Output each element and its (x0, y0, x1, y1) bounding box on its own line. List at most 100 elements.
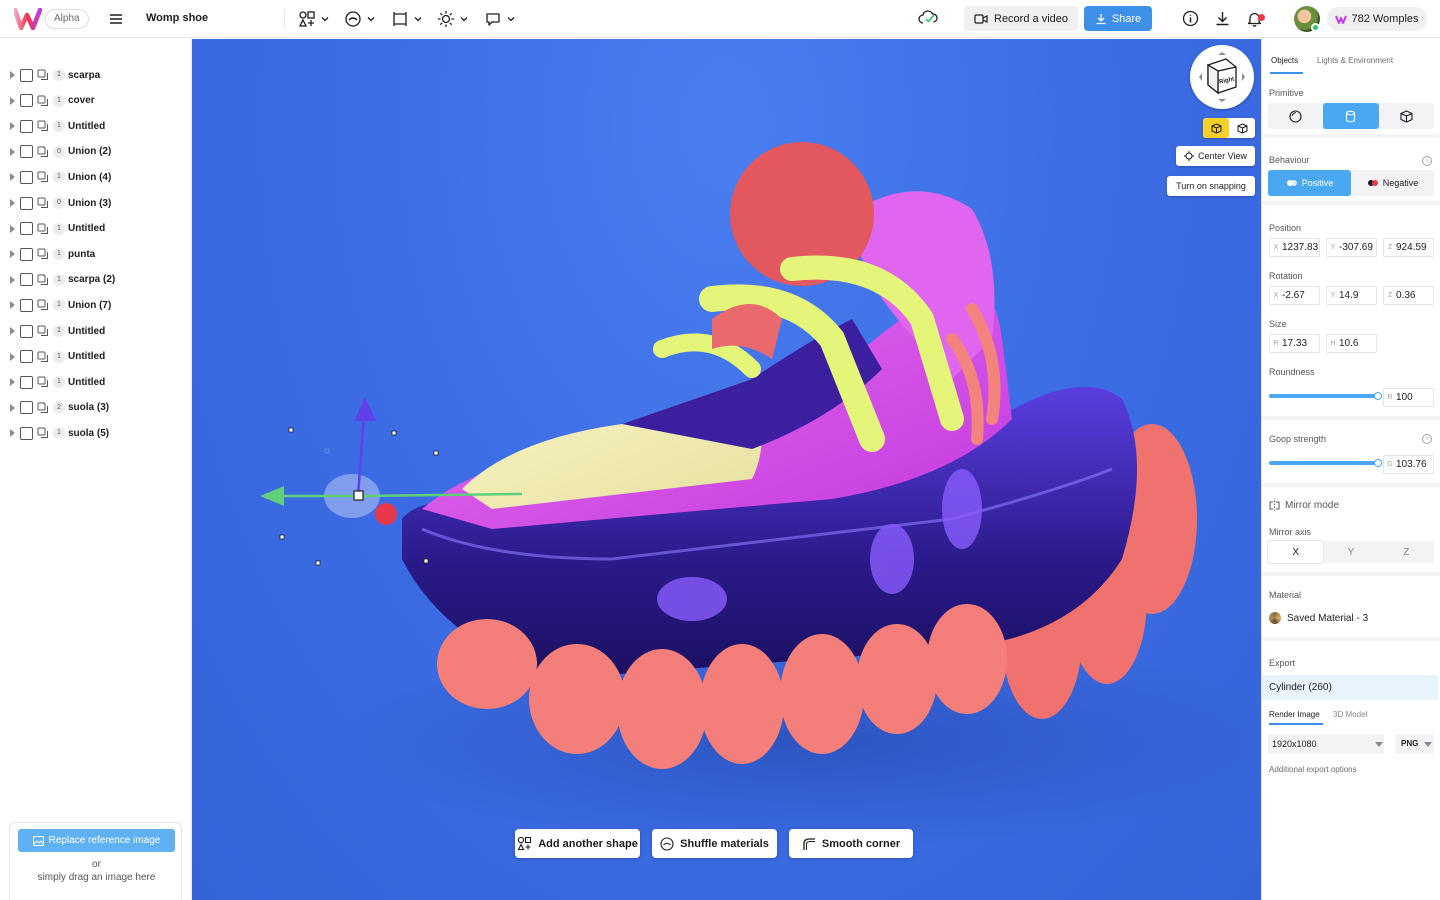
duplicate-icon[interactable] (37, 351, 49, 363)
primitive-cube-button[interactable] (1379, 103, 1434, 129)
mirror-axis-y-button[interactable]: Y (1323, 541, 1378, 563)
center-view-button[interactable]: Center View (1176, 146, 1255, 166)
behaviour-negative-button[interactable]: Negative (1351, 170, 1434, 196)
smooth-corner-button[interactable]: Smooth corner (789, 829, 913, 858)
info-icon[interactable] (1182, 10, 1199, 27)
visibility-checkbox[interactable] (20, 247, 33, 261)
expand-caret-icon[interactable] (10, 173, 15, 182)
visibility-checkbox[interactable] (20, 68, 33, 82)
tree-item[interactable]: 1 scarpa (0, 65, 192, 85)
tree-item[interactable]: 1 Union (7) (0, 295, 192, 315)
visibility-checkbox[interactable] (20, 298, 33, 312)
womp-logo[interactable] (14, 8, 42, 30)
visibility-checkbox[interactable] (20, 273, 33, 287)
visibility-checkbox[interactable] (20, 196, 33, 210)
duplicate-icon[interactable] (37, 402, 49, 414)
goop-strength-field[interactable]: G 103.76 (1383, 455, 1434, 474)
tree-item[interactable]: 1 Untitled (0, 116, 192, 136)
expand-caret-icon[interactable] (10, 429, 15, 438)
tab-objects[interactable]: Objects (1271, 56, 1298, 65)
format-select[interactable]: PNG (1395, 734, 1434, 754)
goop-slider-handle[interactable] (1374, 459, 1382, 467)
hamburger-menu-icon[interactable] (108, 11, 124, 27)
visibility-checkbox[interactable] (20, 350, 33, 364)
rotation-x-field[interactable]: X -2.67 (1269, 286, 1320, 305)
share-button[interactable]: Share (1084, 6, 1152, 31)
resolution-select[interactable]: 1920x1080 (1268, 734, 1384, 754)
mirror-axis-z-button[interactable]: Z (1379, 541, 1434, 563)
tree-item[interactable]: 1 scarpa (2) (0, 270, 192, 290)
duplicate-icon[interactable] (37, 274, 49, 286)
lighting-tool-button[interactable] (437, 8, 469, 30)
tree-item[interactable]: 1 Untitled (0, 219, 192, 239)
duplicate-icon[interactable] (37, 427, 49, 439)
position-y-field[interactable]: Y -307.69 (1326, 238, 1377, 257)
womples-balance[interactable]: 782 Womples (1327, 7, 1427, 31)
mirror-axis-x-button[interactable]: X (1268, 541, 1324, 563)
expand-caret-icon[interactable] (10, 224, 15, 233)
frame-tool-button[interactable] (391, 8, 423, 30)
visibility-checkbox[interactable] (20, 375, 33, 389)
primitive-sphere-button[interactable] (1268, 103, 1323, 129)
shuffle-materials-button[interactable]: Shuffle materials (652, 829, 777, 858)
shoe-render[interactable] (192, 39, 1261, 900)
expand-caret-icon[interactable] (10, 147, 15, 156)
material-selector[interactable]: Saved Material - 3 (1269, 612, 1368, 624)
tree-item[interactable]: 1 Untitled (0, 347, 192, 367)
visibility-checkbox[interactable] (20, 145, 33, 159)
behaviour-positive-button[interactable]: Positive (1268, 170, 1351, 196)
expand-caret-icon[interactable] (10, 122, 15, 131)
expand-caret-icon[interactable] (10, 275, 15, 284)
duplicate-icon[interactable] (37, 223, 49, 235)
tree-item[interactable]: 1 suola (5) (0, 423, 192, 443)
material-tool-button[interactable] (344, 8, 376, 30)
tree-item[interactable]: 1 punta (0, 244, 192, 264)
roundness-slider[interactable] (1269, 392, 1382, 400)
expand-caret-icon[interactable] (10, 378, 15, 387)
rotation-y-field[interactable]: Y 14.9 (1326, 286, 1377, 305)
tree-item[interactable]: 1 Union (4) (0, 167, 192, 187)
expand-caret-icon[interactable] (10, 352, 15, 361)
visibility-checkbox[interactable] (20, 426, 33, 440)
tree-item[interactable]: 1 cover (0, 91, 192, 111)
roundness-slider-handle[interactable] (1374, 392, 1382, 400)
duplicate-icon[interactable] (37, 120, 49, 132)
expand-caret-icon[interactable] (10, 301, 15, 310)
visibility-checkbox[interactable] (20, 324, 33, 338)
visibility-checkbox[interactable] (20, 119, 33, 133)
tree-item[interactable]: 0 Union (2) (0, 142, 192, 162)
expand-caret-icon[interactable] (10, 71, 15, 79)
size-radius-field[interactable]: R 17.33 (1269, 334, 1320, 353)
goop-strength-slider[interactable] (1269, 459, 1382, 467)
expand-caret-icon[interactable] (10, 96, 15, 105)
shapes-tool-button[interactable] (298, 8, 330, 30)
tree-item[interactable]: 2 suola (3) (0, 398, 192, 418)
visibility-checkbox[interactable] (20, 222, 33, 236)
duplicate-icon[interactable] (37, 299, 49, 311)
expand-caret-icon[interactable] (10, 199, 15, 207)
download-icon[interactable] (1214, 10, 1231, 27)
visibility-checkbox[interactable] (20, 170, 33, 184)
tree-item[interactable]: 0 Union (3) (0, 193, 192, 213)
lasso-tool-button[interactable] (484, 8, 516, 30)
export-object-name[interactable]: Cylinder (260) (1262, 675, 1438, 700)
expand-caret-icon[interactable] (10, 327, 15, 335)
duplicate-icon[interactable] (37, 171, 49, 183)
goop-info-icon[interactable]: i (1422, 434, 1432, 444)
behaviour-info-icon[interactable]: i (1422, 156, 1432, 166)
tab-3d-model[interactable]: 3D Model (1333, 710, 1367, 719)
additional-export-options-link[interactable]: Additional export options (1269, 765, 1357, 774)
primitive-cylinder-button[interactable] (1323, 103, 1379, 129)
duplicate-icon[interactable] (37, 376, 49, 388)
duplicate-icon[interactable] (37, 248, 49, 260)
duplicate-icon[interactable] (37, 69, 49, 81)
duplicate-icon[interactable] (37, 95, 49, 107)
record-video-button[interactable]: Record a video (964, 6, 1078, 31)
position-x-field[interactable]: X 1237.83 (1269, 238, 1320, 257)
expand-caret-icon[interactable] (10, 403, 15, 412)
replace-reference-button[interactable]: Replace reference image (18, 829, 175, 852)
duplicate-icon[interactable] (37, 197, 49, 209)
add-shape-button[interactable]: Add another shape (515, 829, 640, 858)
duplicate-icon[interactable] (37, 146, 49, 158)
position-z-field[interactable]: Z 924.59 (1383, 238, 1434, 257)
